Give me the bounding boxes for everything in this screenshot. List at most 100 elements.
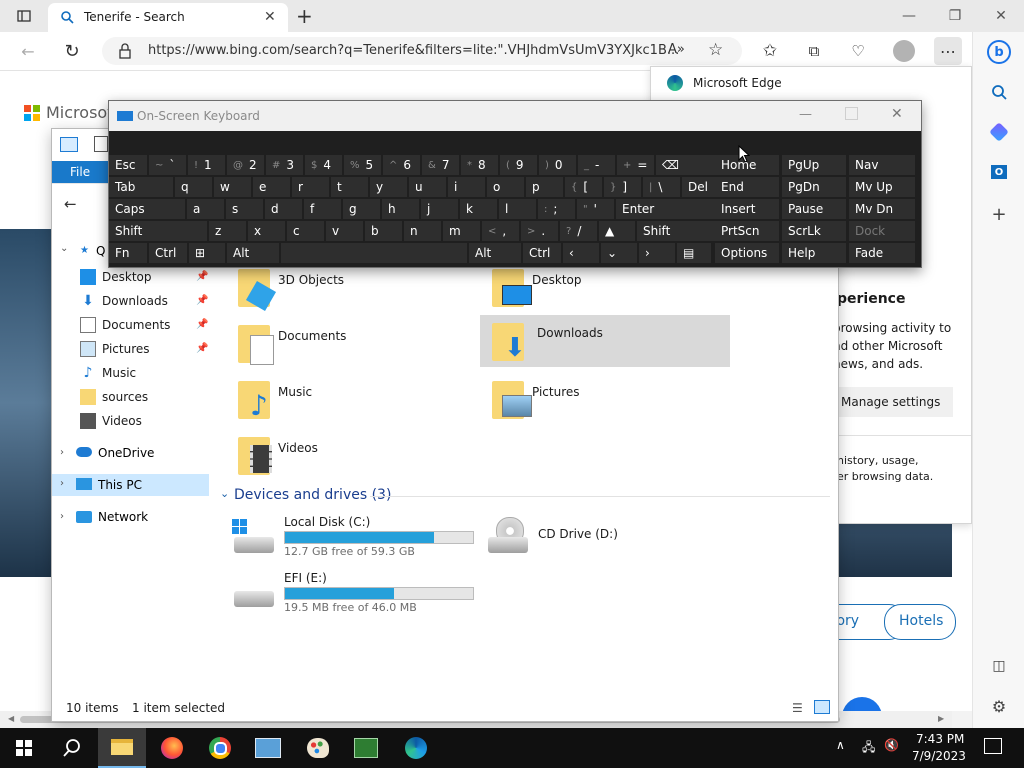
drive-cd-d[interactable]: CD Drive (D:) xyxy=(486,513,726,561)
outlook-icon[interactable]: O xyxy=(985,158,1013,186)
read-aloud-icon[interactable]: A» xyxy=(668,42,685,57)
osk-key-s[interactable]: s xyxy=(226,199,263,219)
osk-key-[interactable]: ~ ` xyxy=(149,155,186,175)
taskbar-paint[interactable] xyxy=(294,728,342,768)
quick-access-label[interactable]: Q xyxy=(96,244,105,258)
osk-key-l[interactable]: l xyxy=(499,199,536,219)
osk-key-t[interactable]: t xyxy=(331,177,368,197)
bing-chat-icon[interactable]: b xyxy=(985,38,1013,66)
osk-key-tab[interactable]: Tab xyxy=(109,177,173,197)
osk-nav-key-help[interactable]: Help xyxy=(782,243,846,263)
osk-key-alt[interactable]: Alt xyxy=(227,243,279,263)
osk-nav-key-nav[interactable]: Nav xyxy=(849,155,915,175)
osk-nav-key-end[interactable]: End xyxy=(715,177,779,197)
osk-key-c[interactable]: c xyxy=(287,221,324,241)
expand-network-icon[interactable]: › xyxy=(60,511,64,522)
osk-key-esc[interactable]: Esc xyxy=(109,155,147,175)
osk-key-[interactable]: }] xyxy=(604,177,641,197)
osk-key-9[interactable]: (9 xyxy=(500,155,537,175)
back-arrow-icon[interactable]: ← xyxy=(14,37,42,65)
expand-onedrive-icon[interactable]: › xyxy=(60,447,64,458)
osk-key-[interactable]: | \ xyxy=(643,177,680,197)
nav-item-downloads[interactable]: ⬇ Downloads xyxy=(80,290,168,312)
osk-key-d[interactable]: d xyxy=(265,199,302,219)
refresh-icon[interactable]: ↻ xyxy=(58,37,86,65)
osk-key-space[interactable] xyxy=(281,243,467,263)
search-button[interactable] xyxy=(48,728,96,768)
osk-nav-key-insert[interactable]: Insert xyxy=(715,199,779,219)
nav-item-documents[interactable]: Documents xyxy=(80,314,170,336)
sidebar-settings-icon[interactable]: ⚙ xyxy=(985,692,1013,720)
taskbar-edge[interactable] xyxy=(392,728,440,768)
osk-key-[interactable]: + = xyxy=(617,155,654,175)
folder-music[interactable]: ♪ Music xyxy=(232,377,482,429)
osk-nav-key-mv-up[interactable]: Mv Up xyxy=(849,177,915,197)
osk-key-[interactable]: >. xyxy=(521,221,558,241)
osk-nav-key-options[interactable]: Options xyxy=(715,243,779,263)
osk-key-shift[interactable]: Shift xyxy=(109,221,207,241)
osk-key-[interactable]: <, xyxy=(482,221,519,241)
osk-key-[interactable]: ⌄ xyxy=(601,243,637,263)
osk-key-n[interactable]: n xyxy=(404,221,441,241)
osk-key-0[interactable]: ) 0 xyxy=(539,155,576,175)
folder-3d-objects[interactable]: 3D Objects xyxy=(232,265,482,317)
osk-key-1[interactable]: ! 1 xyxy=(188,155,225,175)
ribbon-file-tab[interactable]: File xyxy=(52,161,108,183)
osk-key-3[interactable]: #3 xyxy=(266,155,303,175)
osk-key-i[interactable]: i xyxy=(448,177,485,197)
osk-key-[interactable]: {[ xyxy=(565,177,602,197)
osk-key-h[interactable]: h xyxy=(382,199,419,219)
osk-key-q[interactable]: q xyxy=(175,177,212,197)
drive-efi-e[interactable]: EFI (E:) 19.5 MB free of 46.0 MB xyxy=(232,569,474,617)
folder-desktop[interactable]: Desktop xyxy=(486,265,736,317)
network-icon[interactable]: 🖧 xyxy=(862,738,875,759)
osk-key-j[interactable]: j xyxy=(421,199,458,219)
nav-item-pictures[interactable]: Pictures xyxy=(80,338,150,360)
tab-tenerife-search[interactable]: Tenerife - Search ✕ xyxy=(48,3,288,32)
osk-nav-key-pause[interactable]: Pause xyxy=(782,199,846,219)
osk-key-[interactable]: ▲ xyxy=(599,221,635,241)
sidebar-toggle-icon[interactable]: ◫ xyxy=(985,652,1013,680)
osk-key-enter[interactable]: Enter xyxy=(616,199,716,219)
collections-icon[interactable]: ⧉ xyxy=(800,37,828,65)
browser-essentials-icon[interactable]: ♡ xyxy=(844,37,872,65)
add-sidebar-app-icon[interactable]: + xyxy=(985,200,1013,228)
osk-key-7[interactable]: & 7 xyxy=(422,155,459,175)
osk-key-p[interactable]: p xyxy=(526,177,563,197)
osk-nav-key-pgup[interactable]: PgUp xyxy=(782,155,846,175)
taskbar-firefox[interactable] xyxy=(148,728,196,768)
notifications-icon[interactable] xyxy=(984,738,1002,754)
new-tab-icon[interactable]: + xyxy=(296,4,313,28)
osk-key-4[interactable]: $4 xyxy=(305,155,342,175)
nav-item-onedrive[interactable]: OneDrive xyxy=(98,446,154,460)
favorites-icon[interactable]: ✩ xyxy=(756,37,784,65)
profile-avatar[interactable] xyxy=(890,37,918,65)
details-view-icon[interactable]: ☰ xyxy=(792,701,803,715)
osk-key-8[interactable]: * 8 xyxy=(461,155,498,175)
folder-pictures[interactable]: Pictures xyxy=(486,377,736,429)
osk-key-[interactable]: ? / xyxy=(560,221,597,241)
favorite-star-icon[interactable]: ☆ xyxy=(708,40,723,60)
osk-nav-key-dock[interactable]: Dock xyxy=(849,221,915,241)
scroll-left-icon[interactable]: ◀ xyxy=(8,714,14,723)
osk-key-u[interactable]: u xyxy=(409,177,446,197)
close-tab-icon[interactable]: ✕ xyxy=(264,9,276,25)
osk-key-[interactable]: ⊞ xyxy=(189,243,225,263)
settings-more-icon[interactable]: ⋯ xyxy=(934,37,962,65)
nav-item-sources[interactable]: sources xyxy=(80,386,148,408)
taskbar-app-chart[interactable] xyxy=(342,728,390,768)
osk-key-shift[interactable]: Shift xyxy=(637,221,715,241)
osk-key-6[interactable]: ^ 6 xyxy=(383,155,420,175)
tab-actions-icon[interactable] xyxy=(10,2,38,30)
osk-key-2[interactable]: @2 xyxy=(227,155,264,175)
osk-key-y[interactable]: y xyxy=(370,177,407,197)
scroll-top-button[interactable] xyxy=(842,697,882,711)
minimize-icon[interactable]: — xyxy=(886,0,932,32)
nav-item-this-pc[interactable]: › This PC xyxy=(52,474,209,496)
devices-header[interactable]: Devices and drives (3) xyxy=(234,487,391,503)
expand-quick-access-icon[interactable]: ⌄ xyxy=(60,243,68,254)
drive-local-disk-c[interactable]: Local Disk (C:) 12.7 GB free of 59.3 GB xyxy=(232,513,474,561)
nav-item-videos[interactable]: Videos xyxy=(80,410,142,432)
folder-documents[interactable]: Documents xyxy=(232,321,482,373)
osk-key-alt[interactable]: Alt xyxy=(469,243,521,263)
